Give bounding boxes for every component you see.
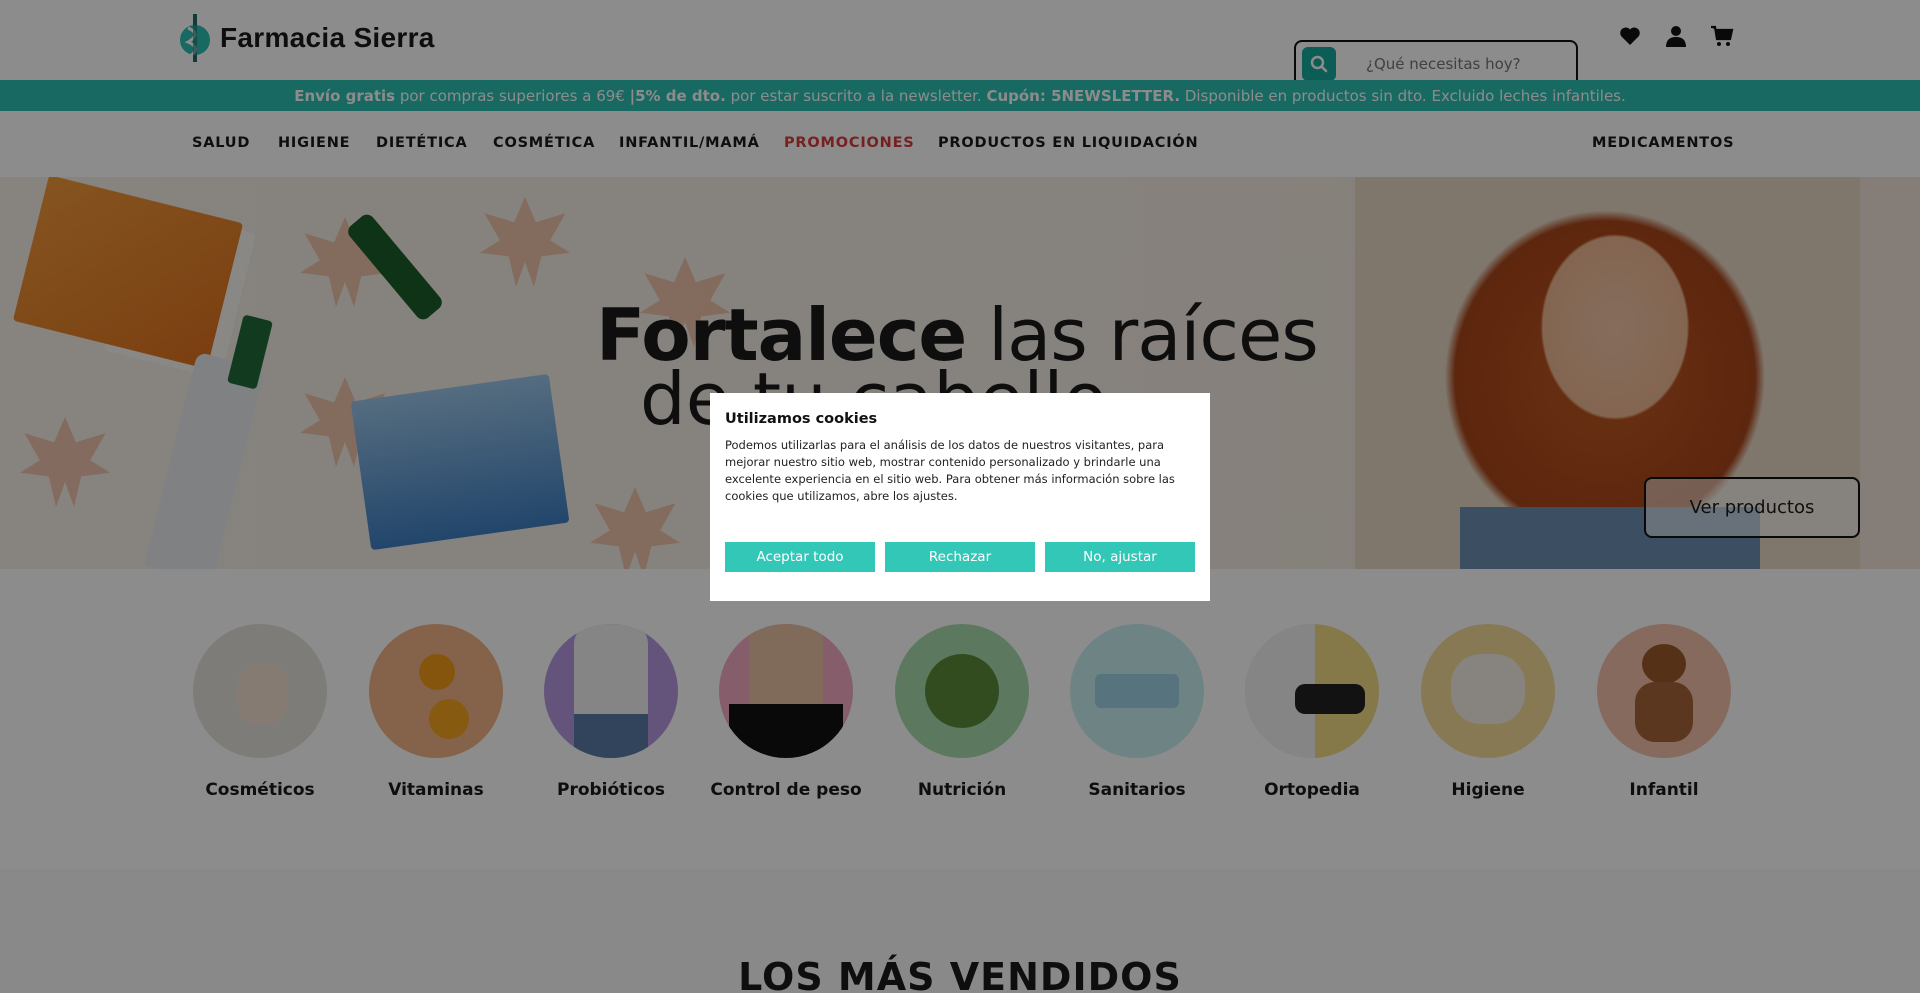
cookie-dialog: Utilizamos cookies Podemos utilizarlas p… bbox=[710, 393, 1210, 601]
cookie-buttons: Aceptar todo Rechazar No, ajustar bbox=[725, 542, 1195, 572]
cookie-text: Podemos utilizarlas para el análisis de … bbox=[725, 438, 1175, 503]
accept-all-button[interactable]: Aceptar todo bbox=[725, 542, 875, 572]
cookie-title: Utilizamos cookies bbox=[725, 411, 878, 427]
adjust-button[interactable]: No, ajustar bbox=[1045, 542, 1195, 572]
reject-button[interactable]: Rechazar bbox=[885, 542, 1035, 572]
